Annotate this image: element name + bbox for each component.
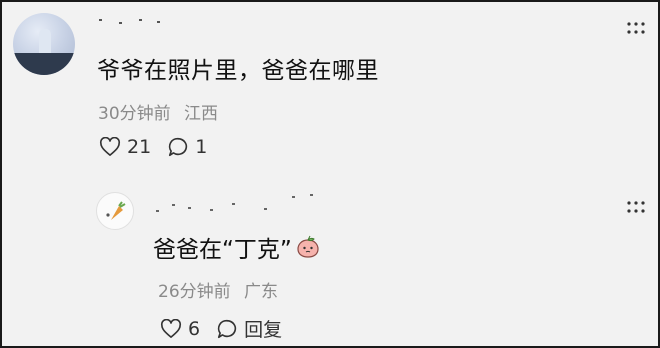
comment-text: 爷爷在照片里，爸爸在哪里 bbox=[97, 58, 379, 84]
heart-icon bbox=[99, 137, 121, 156]
comment-bubble-icon bbox=[217, 319, 237, 338]
comment-location: 江西 bbox=[184, 104, 219, 124]
reply-meta: 26分钟前 广东 bbox=[158, 277, 278, 302]
peach-emoji-icon bbox=[297, 235, 319, 258]
reply-time: 26分钟前 bbox=[158, 282, 231, 302]
like-button[interactable]: 21 bbox=[99, 136, 151, 158]
reply-like-button[interactable]: 6 bbox=[160, 318, 200, 340]
reply-text: 爸爸在“丁克” bbox=[153, 237, 292, 263]
reply-text-row: 爸爸在“丁克” bbox=[153, 230, 321, 264]
like-count: 21 bbox=[127, 136, 152, 158]
reply-location: 广东 bbox=[244, 282, 279, 302]
reply-user-avatar[interactable] bbox=[96, 192, 134, 230]
comment-time: 30分钟前 bbox=[98, 104, 171, 124]
comment-actions: 21 1 bbox=[99, 136, 223, 158]
username-redacted[interactable] bbox=[97, 16, 167, 26]
reply-more-options-icon[interactable] bbox=[626, 200, 646, 214]
reply-count: 1 bbox=[195, 136, 208, 158]
heart-icon bbox=[160, 318, 182, 338]
comment-card: 爷爷在照片里，爸爸在哪里 30分钟前 江西 21 1 爸爸在“丁克” 26分钟前… bbox=[0, 0, 660, 348]
more-options-icon[interactable] bbox=[626, 21, 646, 35]
comment-bubble-icon bbox=[168, 137, 188, 157]
reply-count-button[interactable]: 1 bbox=[167, 136, 207, 158]
comment-meta: 30分钟前 江西 bbox=[98, 99, 218, 124]
reply-actions: 6 回复 bbox=[160, 315, 298, 342]
reply-button[interactable]: 回复 bbox=[216, 315, 282, 342]
reply-username-redacted[interactable] bbox=[152, 192, 322, 214]
reply-like-count: 6 bbox=[188, 317, 201, 340]
reply-button-label: 回复 bbox=[244, 319, 283, 341]
user-avatar[interactable] bbox=[13, 13, 75, 75]
